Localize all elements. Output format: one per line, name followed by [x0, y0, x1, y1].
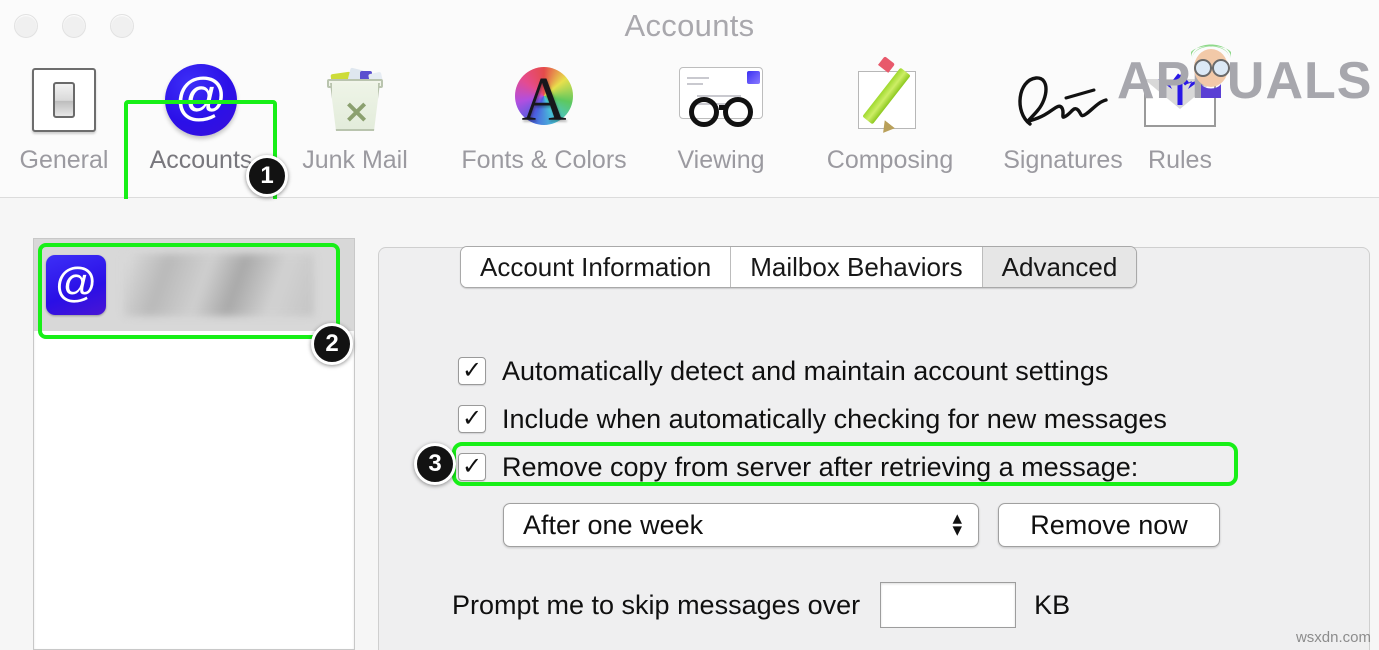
checkbox-label-auto-detect: Automatically detect and maintain accoun… [502, 355, 1109, 386]
toolbar-item-general[interactable]: General [0, 54, 134, 175]
chevron-down-icon: ▾ [952, 520, 962, 541]
checkbox-auto-detect[interactable]: ✓ [458, 357, 486, 385]
chevron-updown-icon: ▴ ▾ [952, 509, 962, 541]
checkbox-label-include-checking: Include when automatically checking for … [502, 403, 1167, 434]
callout-badge-1: 1 [246, 155, 288, 197]
pencil-page-icon [795, 54, 985, 146]
eyeglasses-icon [650, 54, 792, 146]
toolbar-item-composing[interactable]: Composing [795, 54, 985, 175]
accounts-list[interactable]: @ [33, 238, 355, 650]
tab-account-information[interactable]: Account Information [461, 247, 732, 287]
tab-mailbox-behaviors[interactable]: Mailbox Behaviors [731, 247, 983, 287]
appuals-watermark-logo: APPUALS [1117, 44, 1371, 116]
tab-advanced[interactable]: Advanced [982, 247, 1137, 287]
account-name-redacted [124, 254, 314, 316]
toolbar-label-general: General [19, 146, 109, 174]
callout-badge-2: 2 [311, 323, 353, 365]
skip-messages-label: Prompt me to skip messages over [452, 589, 861, 620]
checkbox-row-auto-detect[interactable]: ✓ Automatically detect and maintain acco… [458, 350, 1108, 392]
at-sign-icon: @ [46, 255, 106, 315]
toolbar-item-fonts-colors[interactable]: A Fonts & Colors [435, 54, 653, 175]
checkbox-remove-copy[interactable]: ✓ [458, 453, 486, 481]
toolbar-item-accounts[interactable]: @ Accounts [131, 54, 271, 175]
toolbar-label-composing: Composing [826, 146, 954, 174]
remove-now-button[interactable]: Remove now [998, 503, 1220, 547]
mail-accounts-preferences-window: Accounts General @ Accounts ✕ Junk Mail [0, 0, 1379, 650]
toolbar-label-fonts-colors: Fonts & Colors [461, 146, 627, 174]
source-watermark: wsxdn.com [1295, 629, 1371, 646]
at-sign-icon: @ [131, 54, 271, 146]
toolbar-label-viewing: Viewing [677, 146, 765, 174]
skip-messages-row: Prompt me to skip messages over KB [452, 582, 1070, 628]
appuals-mascot-icon [1191, 44, 1231, 98]
font-color-wheel-icon: A [435, 54, 653, 146]
toolbar-label-junk-mail: Junk Mail [302, 146, 408, 174]
toolbar-item-viewing[interactable]: Viewing [650, 54, 792, 175]
callout-badge-3: 3 [414, 443, 456, 485]
toolbar-label-rules: Rules [1148, 146, 1212, 174]
remove-delay-dropdown[interactable]: After one week ▴ ▾ [503, 503, 979, 547]
light-switch-icon [0, 54, 134, 146]
trash-can-icon: ✕ [285, 54, 425, 146]
remove-delay-value: After one week [523, 509, 704, 540]
skip-messages-unit: KB [1034, 589, 1071, 620]
skip-messages-input[interactable] [880, 582, 1017, 628]
titlebar: Accounts [0, 0, 1379, 48]
account-list-row[interactable]: @ [34, 239, 354, 331]
window-title: Accounts [624, 8, 755, 43]
panel-tab-bar: Account Information Mailbox Behaviors Ad… [460, 246, 1138, 288]
checkbox-row-include-checking[interactable]: ✓ Include when automatically checking fo… [458, 398, 1167, 440]
toolbar-item-junk-mail[interactable]: ✕ Junk Mail [285, 54, 425, 175]
checkbox-label-remove-copy: Remove copy from server after retrieving… [502, 451, 1139, 482]
checkbox-include-checking[interactable]: ✓ [458, 405, 486, 433]
checkbox-row-remove-copy[interactable]: ✓ Remove copy from server after retrievi… [458, 446, 1138, 488]
appuals-brand-text: APPUALS [1117, 52, 1373, 110]
